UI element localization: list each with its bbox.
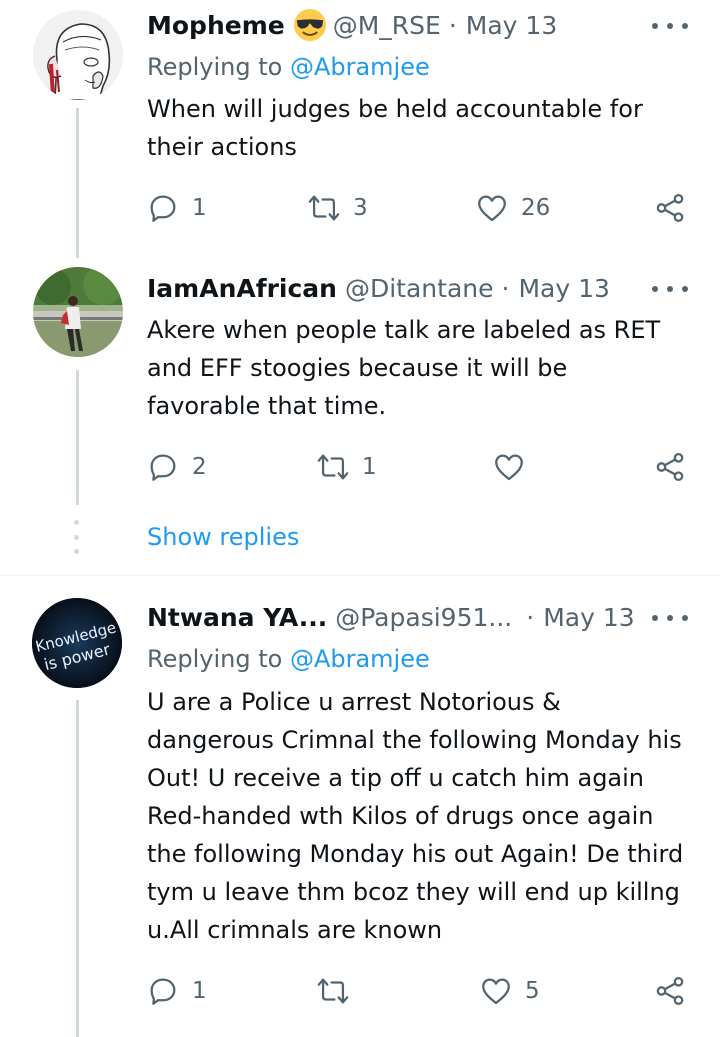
username-handle[interactable]: @Ditantane [345,274,494,303]
display-name[interactable]: Mopheme [147,11,285,40]
tweet[interactable]: Knowledge is power Ntwana YA... @Papasi9… [0,592,720,1037]
knowledge-is-power-avatar-image: Knowledge is power [32,598,122,688]
replying-to-label: Replying to [147,53,290,81]
avatar[interactable] [33,10,123,100]
tweet-header: Ntwana YA... @Papasi951... · May 13 [147,600,635,634]
display-name[interactable]: Ntwana YA... [147,603,327,632]
tweet[interactable]: Mopheme @M_RSE · May 13 Replying to @Abr… [0,0,720,240]
reply-count: 1 [192,978,207,1004]
retweet-icon [317,454,349,480]
tweet-header: Mopheme @M_RSE · May 13 [147,8,557,42]
reply-button[interactable]: 1 [146,188,207,228]
tweet-actions: 2 1 [0,447,720,487]
share-button[interactable] [653,971,687,1011]
retweet-icon [317,978,349,1004]
username-handle[interactable]: @M_RSE [333,11,441,40]
wojak-avatar-image [33,10,123,100]
share-icon [656,452,684,482]
reply-button[interactable]: 2 [146,447,207,487]
display-name[interactable]: IamAnAfrican [147,274,337,303]
retweet-icon [308,195,340,221]
retweet-count: 3 [353,195,368,221]
like-count: 5 [525,978,540,1004]
sunglasses-emoji-icon [293,8,326,42]
retweet-button[interactable]: 3 [307,188,368,228]
replying-to: Replying to @Abramjee [147,645,430,673]
tweet-date[interactable]: May 13 [518,274,609,303]
tweet-header: IamAnAfrican @Ditantane · May 13 [147,271,610,305]
share-icon [656,976,684,1006]
retweet-count: 1 [362,454,377,480]
tweet-text: U are a Police u arrest Notorious & dang… [147,688,684,944]
more-options-icon[interactable] [652,283,688,295]
mention-link[interactable]: @Abramjee [290,53,430,81]
heart-icon [495,454,523,481]
tweet-actions: 1 3 26 [0,188,720,228]
share-button[interactable] [653,188,687,228]
like-button[interactable]: 5 [479,971,540,1011]
tweet-text: When will judges be held accountable for… [147,95,643,161]
show-replies-link[interactable]: Show replies [147,523,299,551]
avatar[interactable]: Knowledge is power [32,598,122,688]
heart-icon [482,978,510,1005]
divider [0,575,720,576]
separator-dot: · [501,273,510,303]
like-button[interactable]: 26 [475,188,550,228]
more-options-icon[interactable] [652,20,688,32]
reply-count: 2 [192,454,207,480]
retweet-button[interactable] [316,971,362,1011]
thread-collapse-dots [74,520,80,554]
heart-icon [478,195,506,222]
reply-button[interactable]: 1 [146,971,207,1011]
reply-icon [150,978,176,1005]
share-button[interactable] [653,447,687,487]
tweet-date[interactable]: May 13 [543,603,634,632]
tweet[interactable]: IamAnAfrican @Ditantane · May 13 Akere w… [0,262,720,512]
replying-to: Replying to @Abramjee [147,53,430,81]
retweet-button[interactable]: 1 [316,447,377,487]
like-count: 26 [521,195,551,221]
separator-dot: · [448,10,457,40]
username-handle[interactable]: @Papasi951... [335,603,512,632]
replying-to-label: Replying to [147,645,290,673]
reply-icon [150,454,176,481]
tweet-date[interactable]: May 13 [466,11,557,40]
reply-icon [150,195,176,222]
profile-photo-image [33,267,123,357]
reply-count: 1 [192,195,207,221]
share-icon [656,193,684,223]
tweet-actions: 1 5 [0,971,720,1011]
separator-dot: · [526,602,535,632]
like-button[interactable] [492,447,538,487]
more-options-icon[interactable] [652,612,688,624]
avatar[interactable] [33,267,123,357]
tweet-text: Akere when people talk are labeled as RE… [147,316,661,420]
mention-link[interactable]: @Abramjee [290,645,430,673]
